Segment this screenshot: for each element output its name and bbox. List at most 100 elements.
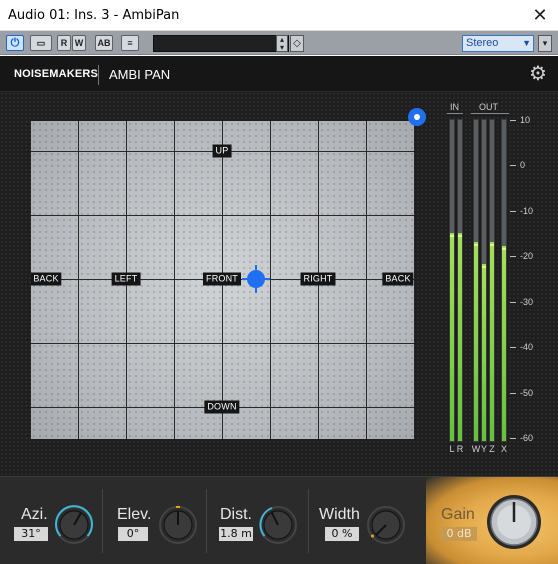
window-title: Audio 01: Ins. 3 - AmbiPan xyxy=(8,8,180,23)
host-toolbar: ⏻ ▭ R W AB ≡ ▴ ▾ ◇ Stereo ▼ ▾ xyxy=(0,31,558,55)
meter-channel-label: Z xyxy=(489,444,495,454)
source-position-handle[interactable] xyxy=(242,265,270,293)
label-left: LEFT xyxy=(111,272,141,286)
ab-button[interactable]: AB xyxy=(95,35,113,51)
azimuth-value[interactable]: 31° xyxy=(14,527,48,541)
elevation-label: Elev. xyxy=(117,506,152,523)
close-icon[interactable]: ✕ xyxy=(528,3,552,27)
meter-r xyxy=(457,119,463,442)
label-back-left: BACK xyxy=(31,272,62,286)
meter-fill xyxy=(458,232,462,441)
output-format-select[interactable]: Stereo ▼ xyxy=(462,35,534,52)
meter-w xyxy=(473,119,479,442)
output-format-value: Stereo xyxy=(466,37,499,49)
main-panel: UP DOWN BACK LEFT FRONT RIGHT BACK IN OU… xyxy=(0,92,558,476)
scale-tick xyxy=(510,301,516,303)
scale-tick xyxy=(510,347,516,349)
meter-peak xyxy=(458,234,462,237)
distance-knob[interactable] xyxy=(258,505,298,545)
meter-fill xyxy=(490,241,494,441)
meter-out-label: OUT xyxy=(479,102,498,112)
meter-fill xyxy=(482,264,486,441)
meter-x xyxy=(501,119,507,442)
control-divider xyxy=(102,489,103,553)
meter-peak xyxy=(474,243,478,246)
window-titlebar: Audio 01: Ins. 3 - AmbiPan ✕ xyxy=(0,0,558,31)
label-down: DOWN xyxy=(204,400,240,414)
meter-fill xyxy=(502,246,506,441)
grid-line xyxy=(31,215,414,216)
meter-peak xyxy=(450,234,454,237)
source-dot xyxy=(247,270,265,288)
gear-icon[interactable]: ⚙ xyxy=(527,63,549,85)
label-back-right: BACK xyxy=(382,272,414,286)
handle-tick xyxy=(242,278,247,280)
meter-channel-label: R xyxy=(456,444,464,454)
meter-peak xyxy=(502,248,506,251)
grid-line xyxy=(31,343,414,344)
meter-in-label: IN xyxy=(450,102,459,112)
gain-label: Gain xyxy=(441,506,475,523)
label-up: UP xyxy=(212,144,232,158)
read-button[interactable]: R xyxy=(57,35,71,51)
scale-tick xyxy=(510,210,516,212)
width-label: Width xyxy=(319,506,360,523)
meter-y xyxy=(481,119,487,442)
menu-button[interactable]: ≡ xyxy=(121,35,139,51)
control-bar: Azi. 31° Elev. 0° Dist. 1.8 m Width 0 % … xyxy=(0,476,558,564)
grid-line xyxy=(270,121,271,439)
gain-knob[interactable] xyxy=(486,494,542,550)
header-divider xyxy=(98,65,99,85)
width-value[interactable]: 0 % xyxy=(325,527,359,541)
control-divider xyxy=(206,489,207,553)
mode-toggle-button[interactable] xyxy=(408,108,426,126)
meter-fill xyxy=(474,241,478,441)
width-knob[interactable] xyxy=(366,505,406,545)
panner-pad[interactable]: UP DOWN BACK LEFT FRONT RIGHT BACK xyxy=(31,121,414,439)
azimuth-knob[interactable] xyxy=(54,505,94,545)
scale-tick xyxy=(510,438,516,439)
compare-button[interactable]: ▭ xyxy=(30,35,52,51)
handle-tick xyxy=(255,288,257,293)
meter-in-bracket xyxy=(447,113,463,114)
meter-fill xyxy=(450,232,454,441)
brand-logo: NOISEMAKERS xyxy=(14,68,99,80)
preset-field[interactable] xyxy=(153,35,289,52)
scale-label: -20 xyxy=(520,251,534,262)
scale-tick xyxy=(510,256,516,258)
toolbar-expand-icon[interactable]: ▾ xyxy=(538,35,552,52)
control-divider xyxy=(308,489,309,553)
product-name: AMBI PAN xyxy=(109,67,171,82)
handle-tick xyxy=(265,278,270,280)
scale-tick xyxy=(510,120,516,121)
handle-tick xyxy=(255,265,257,270)
distance-value[interactable]: 1.8 m xyxy=(219,527,253,541)
scale-label: -10 xyxy=(520,205,534,216)
distance-label: Dist. xyxy=(220,506,252,523)
chevron-down-icon: ▼ xyxy=(522,38,531,48)
azimuth-label: Azi. xyxy=(21,506,48,523)
scale-label: -40 xyxy=(520,342,534,353)
scale-label: 10 xyxy=(520,115,531,125)
scale-tick xyxy=(510,165,516,167)
power-icon[interactable]: ⏻ xyxy=(6,35,24,51)
scale-tick xyxy=(510,392,516,394)
meter-peak xyxy=(482,266,486,269)
scale-label: -30 xyxy=(520,296,534,307)
label-right: RIGHT xyxy=(300,272,336,286)
grid-line xyxy=(174,121,175,439)
plugin-header: NOISEMAKERS AMBI PAN ⚙ xyxy=(0,56,558,92)
label-front: FRONT xyxy=(203,272,241,286)
elevation-knob[interactable] xyxy=(158,505,198,545)
grid-line xyxy=(366,121,367,439)
preset-menu-icon[interactable]: ◇ xyxy=(290,35,304,52)
gain-value[interactable]: 0 dB xyxy=(441,527,477,541)
preset-spinner[interactable]: ▴ ▾ xyxy=(276,35,288,52)
meter-l xyxy=(449,119,455,442)
meter-channel-label: X xyxy=(500,444,507,454)
meter-out-bracket xyxy=(471,113,509,114)
write-button[interactable]: W xyxy=(72,35,86,51)
grid-line xyxy=(78,121,79,439)
elevation-value[interactable]: 0° xyxy=(118,527,148,541)
meter-peak xyxy=(490,243,494,246)
